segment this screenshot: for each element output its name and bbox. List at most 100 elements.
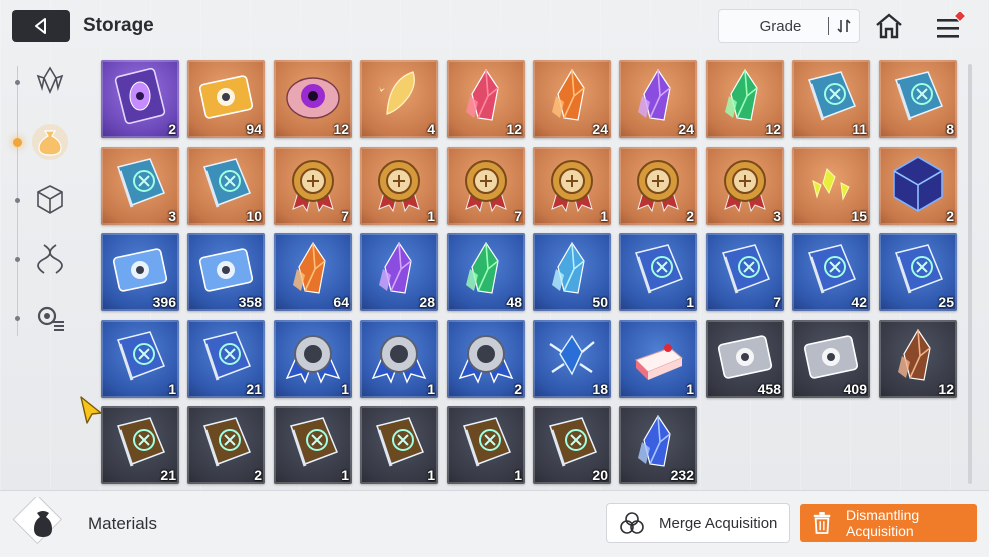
inventory-slot[interactable]: 358	[187, 233, 265, 311]
inventory-slot[interactable]: 2	[187, 406, 265, 484]
inventory-slot[interactable]: 458	[706, 320, 784, 398]
inventory-slot[interactable]: 12	[274, 60, 352, 138]
inventory-slot[interactable]: 409	[792, 320, 870, 398]
inventory-slot[interactable]: 24	[619, 60, 697, 138]
sidebar-tab-cube[interactable]	[30, 180, 70, 220]
inventory-slot[interactable]: 396	[101, 233, 179, 311]
inventory-slot[interactable]: 2	[101, 60, 179, 138]
inventory-slot[interactable]: 8	[879, 60, 957, 138]
item-count: 409	[843, 381, 867, 397]
inventory-scrollbar[interactable]	[968, 64, 972, 484]
inventory-slot[interactable]: 12	[447, 60, 525, 138]
inventory-slot[interactable]: 1	[360, 147, 438, 225]
item-count: 12	[938, 381, 954, 397]
inventory-slot[interactable]: 11	[792, 60, 870, 138]
item-count: 2	[686, 208, 694, 224]
inventory-slot[interactable]: 12	[706, 60, 784, 138]
item-count: 8	[946, 121, 954, 137]
inventory-slot[interactable]: 42	[792, 233, 870, 311]
inventory-slot[interactable]: 15	[792, 147, 870, 225]
sidebar-tab-dna[interactable]	[30, 239, 70, 279]
sort-order-button[interactable]	[829, 18, 859, 34]
sidebar-tab-crystal[interactable]	[30, 62, 70, 102]
grade-label: Grade	[759, 17, 802, 35]
item-count: 28	[419, 294, 435, 310]
bolt-book-blue-icon	[117, 331, 165, 381]
main-menu-button[interactable]	[934, 9, 967, 42]
inventory-slot[interactable]: 1	[360, 406, 438, 484]
silver-ticket-icon	[717, 335, 773, 379]
inventory-slot[interactable]: 21	[101, 406, 179, 484]
inventory-slot[interactable]: 50	[533, 233, 611, 311]
inventory-slot[interactable]: 20	[533, 406, 611, 484]
orange-crystal-icon	[552, 68, 585, 121]
grade-sort-dropdown[interactable]: Grade	[719, 10, 859, 42]
item-count: 1	[341, 467, 349, 483]
inventory-slot[interactable]: 28	[360, 233, 438, 311]
sidebar-tab-gear-list[interactable]	[30, 298, 70, 338]
item-count: 12	[765, 121, 781, 137]
item-count: 1	[427, 208, 435, 224]
crystal-icon	[36, 66, 64, 95]
inventory-slot[interactable]: 2	[447, 320, 525, 398]
inventory-slot[interactable]: 25	[879, 233, 957, 311]
dismantling-acquisition-button[interactable]: Dismantling Acquisition	[800, 504, 977, 542]
inventory-slot[interactable]: 7	[274, 147, 352, 225]
inventory-slot[interactable]: 18	[533, 320, 611, 398]
cube-icon	[37, 185, 63, 214]
inventory-slot[interactable]: 1	[274, 406, 352, 484]
back-button[interactable]	[12, 10, 70, 42]
inventory-slot[interactable]: 21	[187, 320, 265, 398]
item-count: 7	[514, 208, 522, 224]
item-count: 458	[757, 381, 781, 397]
sword-book-icon	[808, 71, 856, 121]
inventory-slot[interactable]: 2	[879, 147, 957, 225]
item-count: 50	[592, 294, 608, 310]
inventory-slot[interactable]: 1	[360, 320, 438, 398]
bolt-book-icon	[203, 158, 251, 208]
item-count: 1	[686, 381, 694, 397]
shield-book-gray-icon	[203, 417, 251, 467]
globe-book-gray-icon	[549, 417, 597, 467]
inventory-slot[interactable]: 48	[447, 233, 525, 311]
inventory-slot[interactable]: 12	[879, 320, 957, 398]
inventory-slot[interactable]: 3	[706, 147, 784, 225]
sidebar-tab-pouch[interactable]	[30, 122, 70, 162]
inventory-slot[interactable]: 1	[619, 320, 697, 398]
inventory-slot[interactable]: 7	[447, 147, 525, 225]
inventory-slot[interactable]: 64	[274, 233, 352, 311]
inventory-slot[interactable]: 24	[533, 60, 611, 138]
inventory-slot[interactable]: 10	[187, 147, 265, 225]
home-button[interactable]	[873, 10, 905, 42]
inventory-slot[interactable]: 1	[619, 233, 697, 311]
item-count: 1	[514, 467, 522, 483]
inventory-slot[interactable]: 7	[706, 233, 784, 311]
item-count: 1	[341, 381, 349, 397]
inventory-slot[interactable]: 1	[533, 147, 611, 225]
wing-badge-icon	[458, 335, 514, 384]
item-count: 48	[506, 294, 522, 310]
inventory-slot[interactable]: 94	[187, 60, 265, 138]
merge-acquisition-button[interactable]: Merge Acquisition	[607, 504, 789, 542]
wing-book-gray-icon	[376, 417, 424, 467]
sidebar-indicator-dot	[15, 257, 20, 262]
purple-crystal-icon	[638, 68, 671, 121]
materials-category-icon	[12, 494, 74, 549]
item-count: 1	[427, 381, 435, 397]
inventory-slot[interactable]: 232	[619, 406, 697, 484]
item-count: 7	[773, 294, 781, 310]
hamburger-menu-icon	[937, 9, 967, 38]
compass-ticket-icon	[198, 248, 254, 292]
inventory-slot[interactable]: 1	[101, 320, 179, 398]
shield-medal-icon	[378, 160, 420, 213]
item-count: 4	[427, 121, 435, 137]
inventory-slot[interactable]: 2	[619, 147, 697, 225]
item-count: 25	[938, 294, 954, 310]
inventory-slot[interactable]: 1	[447, 406, 525, 484]
dna-icon	[37, 244, 63, 274]
inventory-slot[interactable]: 4	[360, 60, 438, 138]
yellow-shards-icon	[812, 168, 850, 201]
inventory-slot[interactable]: 3	[101, 147, 179, 225]
inventory-slot[interactable]: 1	[274, 320, 352, 398]
page-title: Storage	[83, 15, 154, 36]
